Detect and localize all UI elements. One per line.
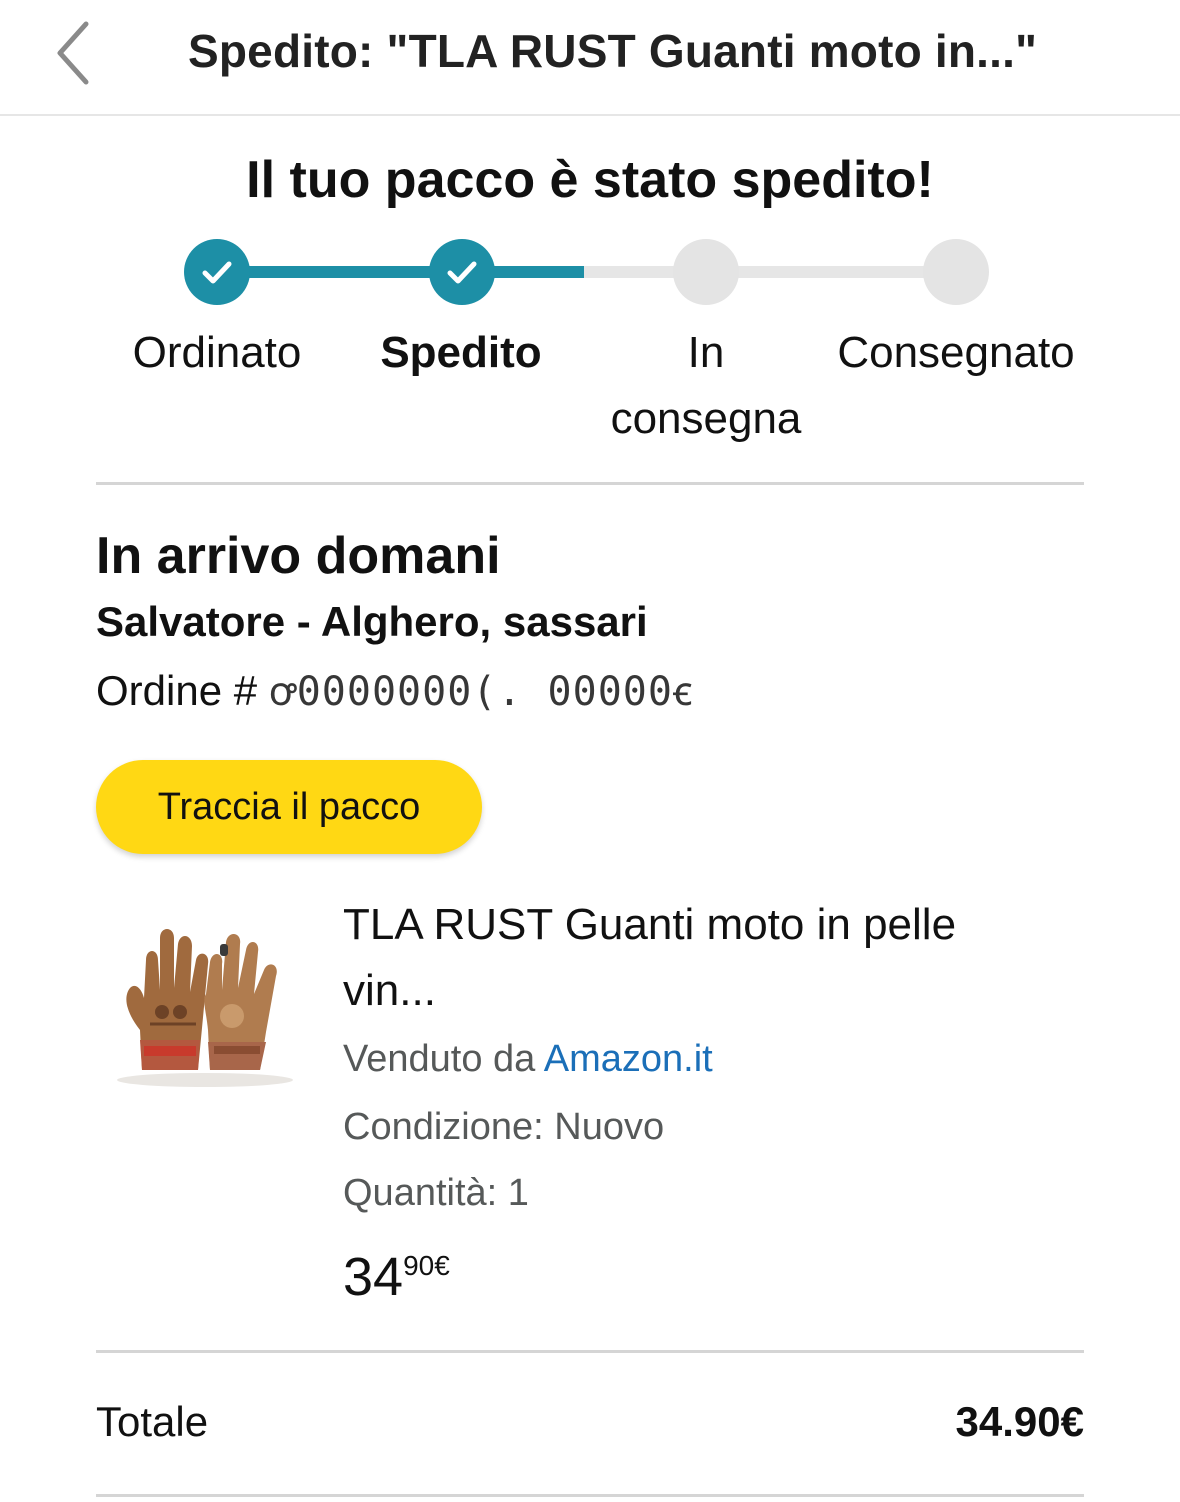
- price-fraction: 90€: [403, 1250, 450, 1281]
- top-bar: Spedito: "TLA RUST Guanti moto in...": [0, 0, 1180, 116]
- step-label-in-delivery-line2: consegna: [610, 394, 802, 443]
- divider: [96, 1350, 1084, 1353]
- product-title-line2: vin...: [343, 966, 436, 1015]
- step-ordered-check-icon: [184, 239, 250, 305]
- step-label-ordered: Ordinato: [132, 328, 302, 377]
- step-label-in-delivery: In consegna: [596, 320, 816, 452]
- order-number-label: Ordine #: [96, 667, 258, 714]
- step-label-shipped: Spedito: [380, 328, 542, 377]
- step-delivered-dot: [923, 239, 989, 305]
- leather-gloves-image[interactable]: [110, 920, 300, 1090]
- product-price: 3490€: [343, 1246, 450, 1308]
- shipment-status-headline: Il tuo pacco è stato spedito!: [246, 151, 934, 209]
- total-label: Totale: [96, 1398, 209, 1445]
- step-label-in-delivery-line1: In: [687, 328, 725, 377]
- product-condition: Condizione: Nuovo: [343, 1106, 665, 1148]
- track-package-button[interactable]: Traccia il pacco: [96, 760, 482, 854]
- product-title[interactable]: TLA RUST Guanti moto in pelle vin...: [343, 892, 1063, 1024]
- progress-line-completed: [216, 266, 584, 278]
- chevron-left-icon[interactable]: [50, 18, 98, 88]
- order-number-row: Ordine # ꝍ0000000(. 00000ꞓ: [96, 662, 693, 717]
- divider: [96, 1494, 1084, 1497]
- page-title: Spedito: "TLA RUST Guanti moto in...": [188, 25, 1038, 77]
- total-value: 34.90€: [955, 1398, 1084, 1445]
- step-shipped-check-icon: [429, 239, 495, 305]
- sold-by-row: Venduto da Amazon.it: [343, 1038, 713, 1081]
- product-title-line1: TLA RUST Guanti moto in pelle: [343, 900, 957, 949]
- progress-line-pending: [584, 266, 956, 278]
- sold-by-label: Venduto da: [343, 1038, 536, 1080]
- seller-link[interactable]: Amazon.it: [544, 1038, 713, 1080]
- arrival-estimate: In arrivo domani: [96, 527, 501, 585]
- product-quantity: Quantità: 1: [343, 1172, 529, 1214]
- step-label-delivered: Consegnato: [837, 328, 1075, 377]
- order-number-value: ꝍ0000000(. 00000ꞓ: [268, 669, 694, 715]
- step-in-delivery-dot: [673, 239, 739, 305]
- divider: [96, 482, 1084, 485]
- price-whole: 34: [343, 1247, 404, 1307]
- recipient-address: Salvatore - Alghero, sassari: [96, 598, 648, 645]
